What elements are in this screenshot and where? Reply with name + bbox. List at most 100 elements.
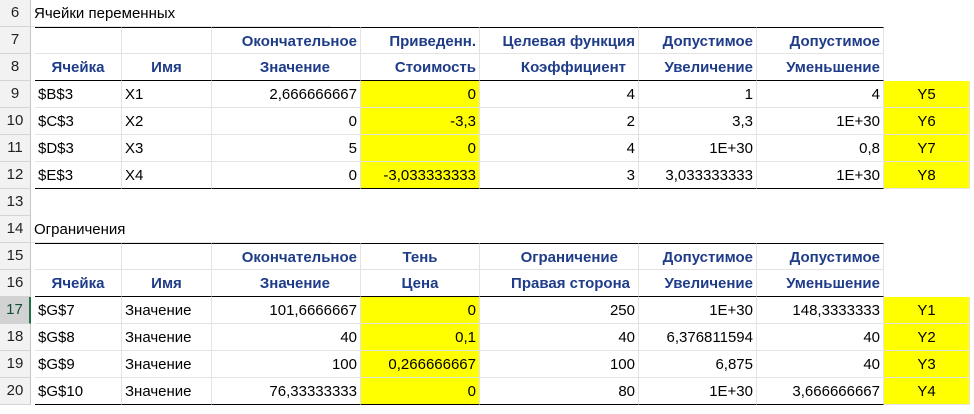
header-allowable-decrease[interactable]: Уменьшение bbox=[757, 270, 884, 297]
header-cell[interactable] bbox=[35, 27, 122, 54]
constraint-name[interactable]: Значение bbox=[122, 324, 212, 351]
constraint-rhs[interactable]: 100 bbox=[480, 351, 639, 378]
dual-label[interactable]: Y6 bbox=[884, 108, 970, 135]
dual-label[interactable]: Y8 bbox=[884, 162, 970, 189]
final-value[interactable]: 0 bbox=[212, 108, 361, 135]
cell-ref[interactable]: $C$3 bbox=[35, 108, 122, 135]
allowable-decrease[interactable]: 40 bbox=[757, 324, 884, 351]
constraint-rhs[interactable]: 250 bbox=[480, 297, 639, 324]
dual-label[interactable]: Y7 bbox=[884, 135, 970, 162]
header-cell-ref[interactable]: Ячейка bbox=[35, 54, 122, 81]
cell-ref[interactable]: $B$3 bbox=[35, 81, 122, 108]
header-allowable-increase[interactable]: Увеличение bbox=[639, 54, 757, 81]
final-value[interactable]: 40 bbox=[212, 324, 361, 351]
allowable-decrease[interactable]: 3,666666667 bbox=[757, 378, 884, 405]
header-cell[interactable] bbox=[122, 243, 212, 270]
header-name[interactable]: Имя bbox=[122, 54, 212, 81]
variable-name[interactable]: X2 bbox=[122, 108, 212, 135]
header-constraint[interactable]: Ограничение bbox=[480, 243, 639, 270]
reduced-cost[interactable]: 0 bbox=[361, 81, 480, 108]
row-header[interactable]: 9 bbox=[0, 81, 31, 108]
row-header[interactable]: 8 bbox=[0, 54, 31, 81]
row-header[interactable]: 16 bbox=[0, 270, 31, 297]
reduced-cost[interactable]: -3,3 bbox=[361, 108, 480, 135]
allowable-increase[interactable]: 1E+30 bbox=[639, 135, 757, 162]
objective-coef[interactable]: 3 bbox=[480, 162, 639, 189]
row-header[interactable]: 15 bbox=[0, 243, 31, 270]
dual-label[interactable]: Y1 bbox=[884, 297, 970, 324]
header-cell[interactable] bbox=[35, 243, 122, 270]
header-reduced-cost[interactable]: Приведенн. bbox=[361, 27, 480, 54]
header-final-value[interactable]: Окончательное bbox=[212, 27, 361, 54]
constraint-name[interactable]: Значение bbox=[122, 378, 212, 405]
header-allowable-increase[interactable]: Допустимое bbox=[639, 243, 757, 270]
shadow-price[interactable]: 0 bbox=[361, 297, 480, 324]
dual-label[interactable]: Y4 bbox=[884, 378, 970, 405]
allowable-decrease[interactable]: 0,8 bbox=[757, 135, 884, 162]
allowable-increase[interactable]: 6,376811594 bbox=[639, 324, 757, 351]
row-header-selected[interactable]: 17 bbox=[0, 297, 31, 324]
header-rhs[interactable]: Правая сторона bbox=[480, 270, 639, 297]
constraint-name[interactable]: Значение bbox=[122, 297, 212, 324]
cell-ref[interactable]: $D$3 bbox=[35, 135, 122, 162]
shadow-price[interactable]: 0,1 bbox=[361, 324, 480, 351]
row-header[interactable]: 12 bbox=[0, 162, 31, 189]
header-price[interactable]: Цена bbox=[361, 270, 480, 297]
section-title-constraints[interactable]: Ограничения bbox=[31, 216, 331, 243]
dual-label[interactable]: Y5 bbox=[884, 81, 970, 108]
cell-ref[interactable]: $G$10 bbox=[35, 378, 122, 405]
constraint-rhs[interactable]: 40 bbox=[480, 324, 639, 351]
row-header[interactable]: 13 bbox=[0, 189, 31, 216]
header-cell[interactable] bbox=[122, 27, 212, 54]
row-header[interactable]: 20 bbox=[0, 378, 31, 405]
allowable-decrease[interactable]: 1E+30 bbox=[757, 108, 884, 135]
header-objective-coef[interactable]: Коэффициент bbox=[480, 54, 639, 81]
cell-ref[interactable]: $G$9 bbox=[35, 351, 122, 378]
objective-coef[interactable]: 4 bbox=[480, 135, 639, 162]
row-header[interactable]: 7 bbox=[0, 27, 31, 54]
variable-name[interactable]: X4 bbox=[122, 162, 212, 189]
header-name[interactable]: Имя bbox=[122, 270, 212, 297]
row-header[interactable]: 11 bbox=[0, 135, 31, 162]
cell-ref[interactable]: $G$8 bbox=[35, 324, 122, 351]
header-allowable-increase[interactable]: Допустимое bbox=[639, 27, 757, 54]
header-allowable-decrease[interactable]: Допустимое bbox=[757, 243, 884, 270]
header-objective-coef[interactable]: Целевая функция bbox=[480, 27, 639, 54]
final-value[interactable]: 100 bbox=[212, 351, 361, 378]
dual-label[interactable]: Y3 bbox=[884, 351, 970, 378]
section-title-variable-cells[interactable]: Ячейки переменных bbox=[31, 0, 331, 27]
allowable-increase[interactable]: 6,875 bbox=[639, 351, 757, 378]
cell-ref[interactable]: $G$7 bbox=[35, 297, 122, 324]
allowable-increase[interactable]: 3,033333333 bbox=[639, 162, 757, 189]
header-allowable-decrease[interactable]: Уменьшение bbox=[757, 54, 884, 81]
allowable-increase[interactable]: 1E+30 bbox=[639, 297, 757, 324]
row-header[interactable]: 18 bbox=[0, 324, 31, 351]
objective-coef[interactable]: 2 bbox=[480, 108, 639, 135]
final-value[interactable]: 76,33333333 bbox=[212, 378, 361, 405]
row-header[interactable]: 10 bbox=[0, 108, 31, 135]
reduced-cost[interactable]: -3,033333333 bbox=[361, 162, 480, 189]
allowable-increase[interactable]: 1 bbox=[639, 81, 757, 108]
objective-coef[interactable]: 4 bbox=[480, 81, 639, 108]
final-value[interactable]: 101,6666667 bbox=[212, 297, 361, 324]
constraint-rhs[interactable]: 80 bbox=[480, 378, 639, 405]
header-cell-ref[interactable]: Ячейка bbox=[35, 270, 122, 297]
header-final-value[interactable]: Окончательное bbox=[212, 243, 361, 270]
allowable-decrease[interactable]: 148,3333333 bbox=[757, 297, 884, 324]
header-final-value[interactable]: Значение bbox=[212, 54, 361, 81]
row-header[interactable]: 14 bbox=[0, 216, 31, 243]
variable-name[interactable]: X1 bbox=[122, 81, 212, 108]
final-value[interactable]: 2,666666667 bbox=[212, 81, 361, 108]
final-value[interactable]: 5 bbox=[212, 135, 361, 162]
header-shadow[interactable]: Тень bbox=[361, 243, 480, 270]
header-allowable-decrease[interactable]: Допустимое bbox=[757, 27, 884, 54]
final-value[interactable]: 0 bbox=[212, 162, 361, 189]
row-header[interactable]: 19 bbox=[0, 351, 31, 378]
header-final-value[interactable]: Значение bbox=[212, 270, 361, 297]
dual-label[interactable]: Y2 bbox=[884, 324, 970, 351]
variable-name[interactable]: X3 bbox=[122, 135, 212, 162]
row-header[interactable]: 6 bbox=[0, 0, 31, 27]
allowable-decrease[interactable]: 40 bbox=[757, 351, 884, 378]
allowable-decrease[interactable]: 1E+30 bbox=[757, 162, 884, 189]
allowable-increase[interactable]: 3,3 bbox=[639, 108, 757, 135]
